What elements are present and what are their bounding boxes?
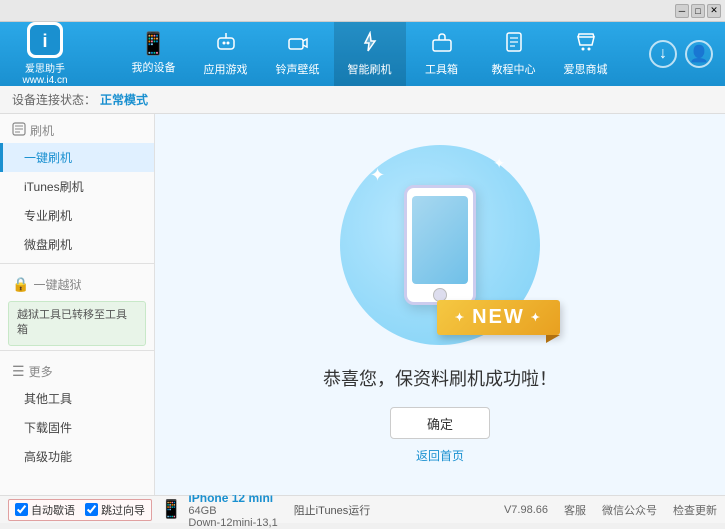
sidebar-item-other-tools[interactable]: 其他工具 <box>0 384 154 413</box>
skip-wizard-checkbox[interactable] <box>85 503 98 516</box>
sidebar-item-one-click-flash[interactable]: 一键刷机 <box>0 143 154 172</box>
minimize-button[interactable]: ─ <box>675 4 689 18</box>
logo-url: www.i4.cn <box>22 75 67 86</box>
status-bar: 设备连接状态： 正常模式 <box>0 86 725 114</box>
sidebar-item-download-firmware[interactable]: 下载固件 <box>0 413 154 442</box>
nav-ringtone-label: 铃声壁纸 <box>276 61 320 77</box>
toolbox-icon <box>431 31 453 57</box>
nav-right: ↓ 👤 <box>649 40 725 68</box>
auto-close-label: 自动歇语 <box>31 502 75 518</box>
maximize-button[interactable]: □ <box>691 4 705 18</box>
flash-section-title: 刷机 <box>30 122 54 139</box>
nav-ringtone[interactable]: 铃声壁纸 <box>262 22 334 86</box>
content-area: ✦ ✦ ✦ ✦ NEW ✦ 恭喜您，保资料刷机成功啦！ 确定 返回首页 <box>155 114 725 495</box>
check-update-link[interactable]: 检查更新 <box>673 502 717 518</box>
bottom-bar: 自动歇语 跳过向导 📱 iPhone 12 mini 64GB Down-12m… <box>0 495 725 523</box>
badge-text: NEW <box>472 306 525 329</box>
app-game-icon <box>215 31 237 57</box>
success-text: 恭喜您，保资料刷机成功啦！ <box>323 365 557 391</box>
nav-tutorial[interactable]: 教程中心 <box>478 22 550 86</box>
auto-close-checkbox[interactable] <box>15 503 28 516</box>
phone-screen <box>412 196 468 284</box>
nav-store[interactable]: 爱思商城 <box>550 22 622 86</box>
sidebar-section-jailbreak: 🔒 一键越狱 <box>0 268 154 297</box>
logo-icon: i <box>27 22 63 58</box>
nav-app-game[interactable]: 应用游戏 <box>190 22 262 86</box>
badge-star-right: ✦ <box>531 311 542 324</box>
logo-name: 爱思助手 <box>25 60 65 75</box>
nav-smart-flash-label: 智能刷机 <box>348 61 392 77</box>
sidebar-section-flash: 刷机 <box>0 114 154 143</box>
phone-body <box>404 185 476 305</box>
nav-tutorial-label: 教程中心 <box>492 61 536 77</box>
sidebar: 刷机 一键刷机 iTunes刷机 专业刷机 微盘刷机 🔒 一键越狱 越狱工具已转… <box>0 114 155 495</box>
confirm-button[interactable]: 确定 <box>390 407 490 439</box>
my-device-icon: 📱 <box>140 33 167 55</box>
flash-section-icon <box>12 122 26 139</box>
badge-star-left: ✦ <box>455 311 466 324</box>
checkbox-group: 自动歇语 跳过向导 <box>8 499 152 521</box>
customer-service-link[interactable]: 客服 <box>564 502 586 518</box>
new-badge-container: ✦ NEW ✦ <box>437 300 560 335</box>
more-section-title: 更多 <box>29 363 53 380</box>
stop-itunes-text: 阻止iTunes运行 <box>294 502 371 518</box>
auto-close-checkbox-item[interactable]: 自动歇语 <box>15 502 75 518</box>
nav-my-device-label: 我的设备 <box>132 59 176 75</box>
nav-app-game-label: 应用游戏 <box>204 61 248 77</box>
new-badge: ✦ NEW ✦ <box>437 300 560 335</box>
store-icon <box>575 31 597 57</box>
main-layout: 刷机 一键刷机 iTunes刷机 专业刷机 微盘刷机 🔒 一键越狱 越狱工具已转… <box>0 114 725 495</box>
nav-smart-flash[interactable]: 智能刷机 <box>334 22 406 86</box>
download-button[interactable]: ↓ <box>649 40 677 68</box>
home-link[interactable]: 返回首页 <box>416 447 464 464</box>
jailbreak-section-title: 一键越狱 <box>33 276 81 293</box>
header: i 爱思助手 www.i4.cn 📱 我的设备 应用游戏 <box>0 22 725 86</box>
nav-my-device[interactable]: 📱 我的设备 <box>118 22 190 86</box>
device-phone-icon: 📱 <box>160 499 182 520</box>
jailbreak-info-box: 越狱工具已转移至工具箱 <box>8 301 146 346</box>
sidebar-item-itunes-flash[interactable]: iTunes刷机 <box>0 172 154 201</box>
jailbreak-section-icon: 🔒 <box>12 276 29 293</box>
user-button[interactable]: 👤 <box>685 40 713 68</box>
skip-wizard-checkbox-item[interactable]: 跳过向导 <box>85 502 145 518</box>
status-value: 正常模式 <box>100 91 148 108</box>
window-controls[interactable]: ─ □ ✕ <box>675 4 721 18</box>
tutorial-icon <box>503 31 525 57</box>
svg-text:i: i <box>42 31 47 51</box>
status-label: 设备连接状态： <box>12 91 96 108</box>
sidebar-item-save-data-flash[interactable]: 微盘刷机 <box>0 230 154 259</box>
nav-toolbox-label: 工具箱 <box>425 61 458 77</box>
more-section-icon: ☰ <box>12 363 25 380</box>
smart-flash-icon <box>359 31 381 57</box>
phone-illustration: ✦ ✦ ✦ ✦ NEW ✦ <box>340 145 540 345</box>
nav-items: 📱 我的设备 应用游戏 铃声壁纸 <box>90 22 649 86</box>
nav-toolbox[interactable]: 工具箱 <box>406 22 478 86</box>
device-storage: 64GB <box>188 505 277 517</box>
logo-area[interactable]: i 爱思助手 www.i4.cn <box>0 22 90 86</box>
close-button[interactable]: ✕ <box>707 4 721 18</box>
sidebar-item-pro-flash[interactable]: 专业刷机 <box>0 201 154 230</box>
skip-wizard-label: 跳过向导 <box>101 502 145 518</box>
sidebar-item-advanced[interactable]: 高级功能 <box>0 442 154 471</box>
title-bar: ─ □ ✕ <box>0 0 725 22</box>
sparkle-2: ✦ <box>493 155 505 172</box>
sparkle-1: ✦ <box>370 165 385 186</box>
ringtone-icon <box>287 31 309 57</box>
ribbon-tail <box>546 335 560 343</box>
sidebar-section-more: ☰ 更多 <box>0 355 154 384</box>
nav-store-label: 爱思商城 <box>564 61 608 77</box>
wechat-link[interactable]: 微信公众号 <box>602 502 657 518</box>
bottom-right: V7.98.66 客服 微信公众号 检查更新 <box>504 502 717 518</box>
version-text: V7.98.66 <box>504 504 548 516</box>
